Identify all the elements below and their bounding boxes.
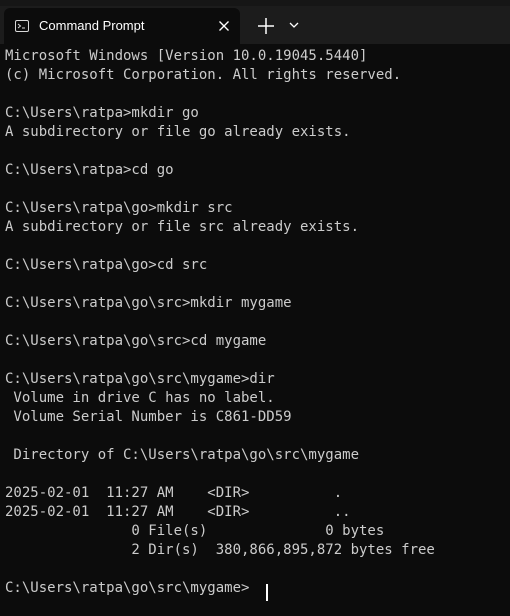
terminal-line: Microsoft Windows [Version 10.0.19045.54… bbox=[5, 48, 368, 64]
terminal-line: C:\Users\ratpa\go\src>mkdir mygame bbox=[5, 295, 292, 311]
terminal-line: C:\Users\ratpa\go\src\mygame>dir bbox=[5, 371, 275, 387]
terminal-line: 0 File(s) 0 bytes bbox=[5, 523, 385, 539]
terminal-line: A subdirectory or file go already exists… bbox=[5, 124, 351, 140]
command-prompt-window: Command Prompt Microsoft Windows [Versio… bbox=[0, 0, 510, 616]
terminal-line: 2025-02-01 11:27 AM <DIR> . bbox=[5, 485, 343, 501]
terminal-line: A subdirectory or file src already exist… bbox=[5, 219, 360, 235]
terminal-icon bbox=[15, 19, 29, 32]
terminal-line: C:\Users\ratpa\go\src>cd mygame bbox=[5, 333, 267, 349]
terminal-prompt-line: C:\Users\ratpa\go\src\mygame> bbox=[5, 580, 250, 596]
close-icon[interactable] bbox=[216, 18, 232, 34]
tab-command-prompt[interactable]: Command Prompt bbox=[4, 8, 240, 44]
tab-dropdown-button[interactable] bbox=[286, 17, 302, 33]
tab-title: Command Prompt bbox=[39, 18, 145, 33]
plus-icon bbox=[258, 18, 274, 34]
terminal-line: C:\Users\ratpa>mkdir go bbox=[5, 105, 199, 121]
terminal-line: Directory of C:\Users\ratpa\go\src\mygam… bbox=[5, 447, 360, 463]
terminal-line: 2025-02-01 11:27 AM <DIR> .. bbox=[5, 504, 351, 520]
terminal-output[interactable]: Microsoft Windows [Version 10.0.19045.54… bbox=[0, 44, 510, 616]
title-bar-top-strip bbox=[0, 0, 510, 6]
terminal-line: (c) Microsoft Corporation. All rights re… bbox=[5, 67, 402, 83]
terminal-line: C:\Users\ratpa\go>cd src bbox=[5, 257, 208, 273]
chevron-down-icon bbox=[289, 22, 299, 28]
terminal-line: C:\Users\ratpa\go>mkdir src bbox=[5, 200, 233, 216]
terminal-line: 2 Dir(s) 380,866,895,872 bytes free bbox=[5, 542, 435, 558]
text-cursor bbox=[266, 584, 268, 601]
title-bar: Command Prompt bbox=[0, 0, 510, 44]
terminal-line: Volume in drive C has no label. bbox=[5, 390, 275, 406]
terminal-line: Volume Serial Number is C861-DD59 bbox=[5, 409, 292, 425]
terminal-line: C:\Users\ratpa>cd go bbox=[5, 162, 174, 178]
new-tab-button[interactable] bbox=[254, 14, 278, 38]
